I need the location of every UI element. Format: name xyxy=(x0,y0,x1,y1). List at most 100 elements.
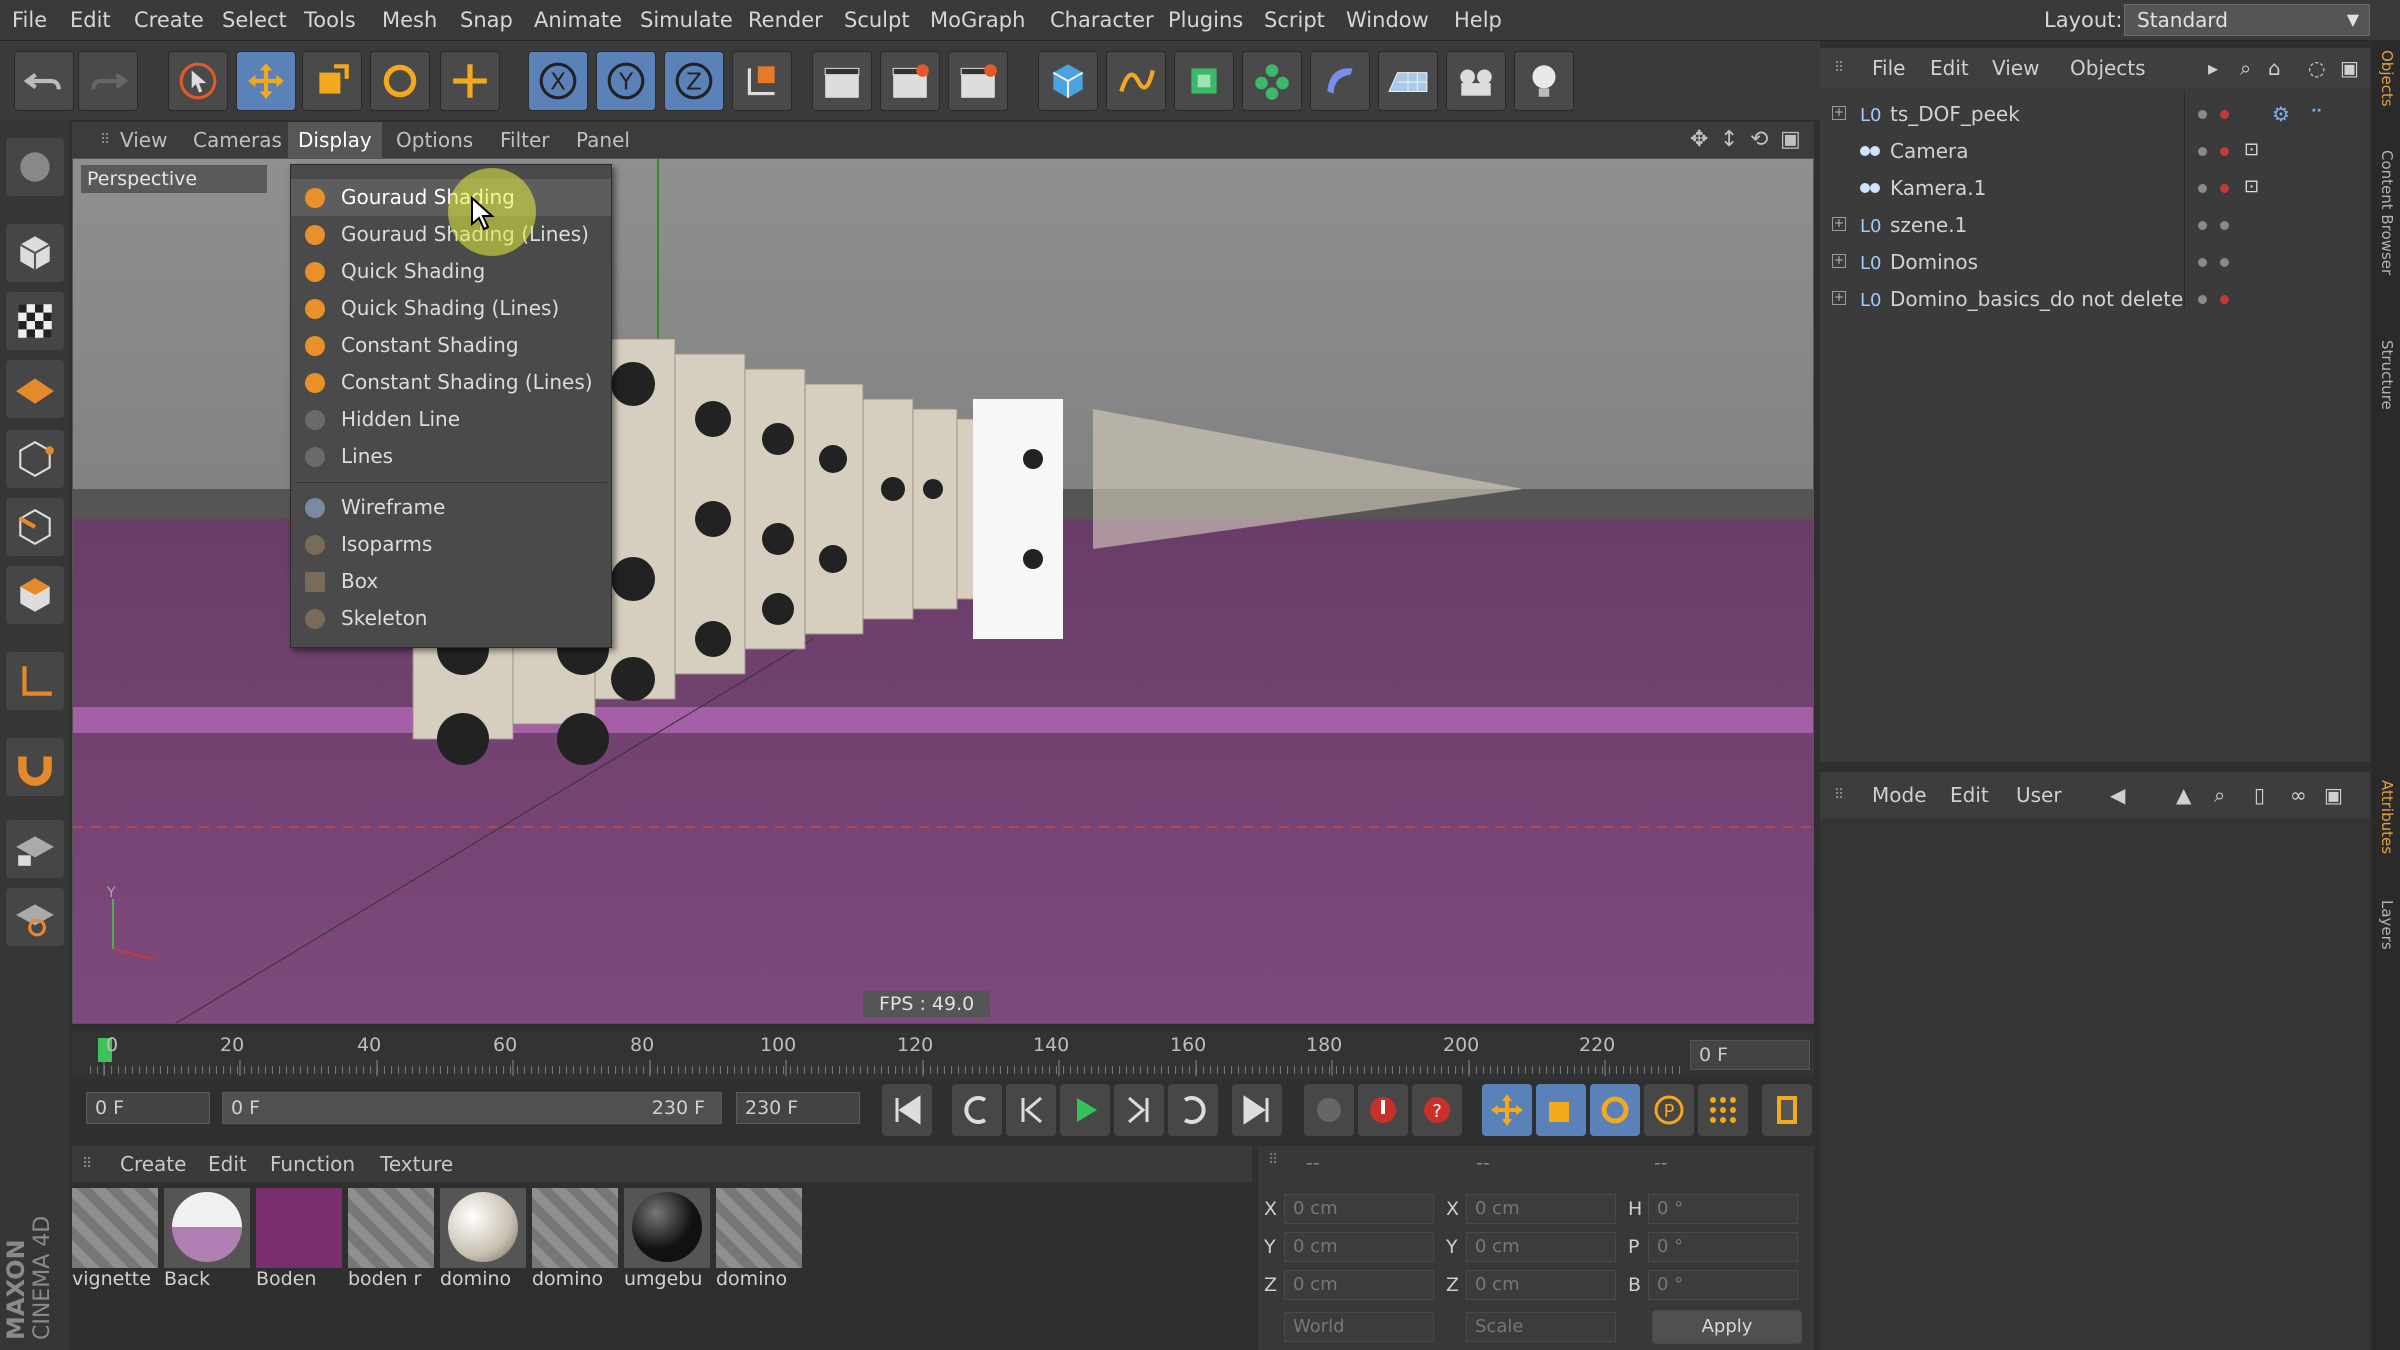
object-row[interactable]: + L0 Domino_basics_do not delete xyxy=(1820,281,2370,318)
menu-item-lines[interactable]: Lines xyxy=(291,438,611,475)
render-dot[interactable] xyxy=(2220,258,2229,267)
go-to-start-button[interactable] xyxy=(882,1084,932,1136)
menu-tools[interactable]: Tools xyxy=(304,0,356,40)
material-swatch[interactable]: domino xyxy=(716,1188,802,1296)
coordinate-system-button[interactable] xyxy=(732,51,792,111)
go-to-end-button[interactable] xyxy=(1232,1084,1282,1136)
menu-item-hidden-line[interactable]: Hidden Line xyxy=(291,401,611,438)
object-row[interactable]: + L0 ts_DOF_peek ⚙ ⠒ xyxy=(1820,96,2370,133)
menu-item-wireframe[interactable]: Wireframe xyxy=(291,489,611,526)
lock-z-button[interactable]: Z xyxy=(664,51,724,111)
menu-item-quick-shading-lines[interactable]: Quick Shading (Lines) xyxy=(291,290,611,327)
cube-object-button[interactable] xyxy=(1038,51,1098,111)
object-row[interactable]: + L0 szene.1 xyxy=(1820,207,2370,244)
python-tag-icon[interactable]: ⚙ xyxy=(2272,102,2290,126)
visibility-dot[interactable] xyxy=(2198,258,2207,267)
rotation-p-field[interactable]: 0 ° xyxy=(1648,1232,1798,1262)
mat-menu-create[interactable]: Create xyxy=(120,1146,186,1182)
light-button[interactable] xyxy=(1514,51,1574,111)
vp-menu-options[interactable]: Options xyxy=(396,122,473,158)
dolly-view-icon[interactable]: ↕ xyxy=(1720,122,1738,158)
obj-menu-objects[interactable]: Objects xyxy=(2070,48,2146,88)
snap-button[interactable] xyxy=(6,738,64,796)
timeline-window-button[interactable] xyxy=(1762,1084,1812,1136)
start-frame-field[interactable]: 0 F xyxy=(86,1092,210,1124)
menu-help[interactable]: Help xyxy=(1454,0,1502,40)
render-dot[interactable] xyxy=(2220,184,2229,193)
workplane-mode-button[interactable] xyxy=(6,360,64,418)
timeline-ruler[interactable]: 0 20 40 60 80 100 120 140 160 180 200 22… xyxy=(72,1030,1814,1078)
menu-file[interactable]: File xyxy=(12,0,47,40)
previous-key-button[interactable] xyxy=(952,1084,1002,1136)
vp-menu-panel[interactable]: Panel xyxy=(576,122,630,158)
mat-menu-edit[interactable]: Edit xyxy=(208,1146,247,1182)
expand-icon[interactable]: + xyxy=(1832,254,1846,268)
tab-content-browser[interactable]: Content Browser xyxy=(2378,150,2396,275)
expand-icon[interactable]: + xyxy=(1832,291,1846,305)
menu-item-isoparms[interactable]: Isoparms xyxy=(291,526,611,563)
render-settings-button[interactable] xyxy=(948,51,1008,111)
layout-select[interactable]: Standard ▼ xyxy=(2124,4,2370,36)
key-position-button[interactable] xyxy=(1482,1084,1532,1136)
visibility-dot[interactable] xyxy=(2198,110,2207,119)
rotation-h-field[interactable]: 0 ° xyxy=(1648,1194,1798,1224)
size-y-field[interactable]: 0 cm xyxy=(1466,1232,1616,1262)
live-selection-button[interactable] xyxy=(168,51,228,111)
material-swatch[interactable]: domino xyxy=(532,1188,618,1296)
mat-menu-function[interactable]: Function xyxy=(270,1146,355,1182)
render-view-button[interactable] xyxy=(812,51,872,111)
expand-icon[interactable]: + xyxy=(1832,106,1846,120)
material-swatch[interactable]: vignette xyxy=(72,1188,158,1296)
locked-workplane-button[interactable] xyxy=(6,888,64,946)
apply-button[interactable]: Apply xyxy=(1652,1310,1802,1344)
texture-mode-button[interactable] xyxy=(6,292,64,350)
size-mode-select[interactable]: Scale xyxy=(1466,1312,1616,1342)
material-swatch[interactable]: umgebu xyxy=(624,1188,710,1296)
polygons-mode-button[interactable] xyxy=(6,566,64,624)
rotate-tool-button[interactable] xyxy=(370,51,430,111)
menu-animate[interactable]: Animate xyxy=(534,0,622,40)
target-tag-icon[interactable]: ⊡ xyxy=(2244,176,2259,197)
render-dot[interactable] xyxy=(2220,147,2229,156)
camera-button[interactable] xyxy=(1446,51,1506,111)
visibility-dot[interactable] xyxy=(2198,184,2207,193)
current-frame-field[interactable]: 0 F xyxy=(1690,1040,1810,1070)
make-editable-button[interactable] xyxy=(6,138,64,196)
position-y-field[interactable]: 0 cm xyxy=(1284,1232,1434,1262)
autokeying-button[interactable]: ? xyxy=(1412,1084,1462,1136)
attr-menu-edit[interactable]: Edit xyxy=(1950,775,1989,815)
render-dot[interactable] xyxy=(2220,110,2229,119)
workplane-lock-button[interactable] xyxy=(6,820,64,878)
object-row[interactable]: Camera ⊡ xyxy=(1820,133,2370,170)
tab-structure[interactable]: Structure xyxy=(2378,340,2396,410)
vp-menu-display[interactable]: Display xyxy=(288,122,382,158)
play-button[interactable] xyxy=(1060,1084,1110,1136)
frame-range-slider[interactable]: 0 F 230 F xyxy=(222,1092,722,1124)
menu-script[interactable]: Script xyxy=(1264,0,1325,40)
menu-mograph[interactable]: MoGraph xyxy=(930,0,1025,40)
render-dot[interactable] xyxy=(2220,221,2229,230)
object-row[interactable]: + L0 Dominos xyxy=(1820,244,2370,281)
size-x-field[interactable]: 0 cm xyxy=(1466,1194,1616,1224)
render-dot[interactable] xyxy=(2220,295,2229,304)
collapse-icon[interactable]: ◌ xyxy=(2308,48,2325,88)
next-frame-button[interactable] xyxy=(1114,1084,1164,1136)
visibility-dot[interactable] xyxy=(2198,221,2207,230)
chevron-right-icon[interactable]: ▸ xyxy=(2208,48,2218,88)
menu-snap[interactable]: Snap xyxy=(460,0,513,40)
position-x-field[interactable]: 0 cm xyxy=(1284,1194,1434,1224)
render-picture-viewer-button[interactable] xyxy=(880,51,940,111)
cloner-button[interactable] xyxy=(1242,51,1302,111)
tag-dots-icon[interactable]: ⠒ xyxy=(2310,102,2323,123)
record-key-disabled-button[interactable] xyxy=(1304,1084,1354,1136)
attr-menu-user[interactable]: User xyxy=(2016,775,2062,815)
lock-icon[interactable]: ▯ xyxy=(2254,775,2265,815)
material-swatch[interactable]: boden r xyxy=(348,1188,434,1296)
menu-item-skeleton[interactable]: Skeleton xyxy=(291,600,611,637)
rotate-view-icon[interactable]: ⟲ xyxy=(1750,122,1768,158)
up-arrow-icon[interactable]: ▲ xyxy=(2176,775,2191,815)
key-rotation-button[interactable] xyxy=(1590,1084,1640,1136)
menu-edit[interactable]: Edit xyxy=(70,0,111,40)
menu-create[interactable]: Create xyxy=(134,0,204,40)
material-swatch[interactable]: Boden xyxy=(256,1188,342,1296)
